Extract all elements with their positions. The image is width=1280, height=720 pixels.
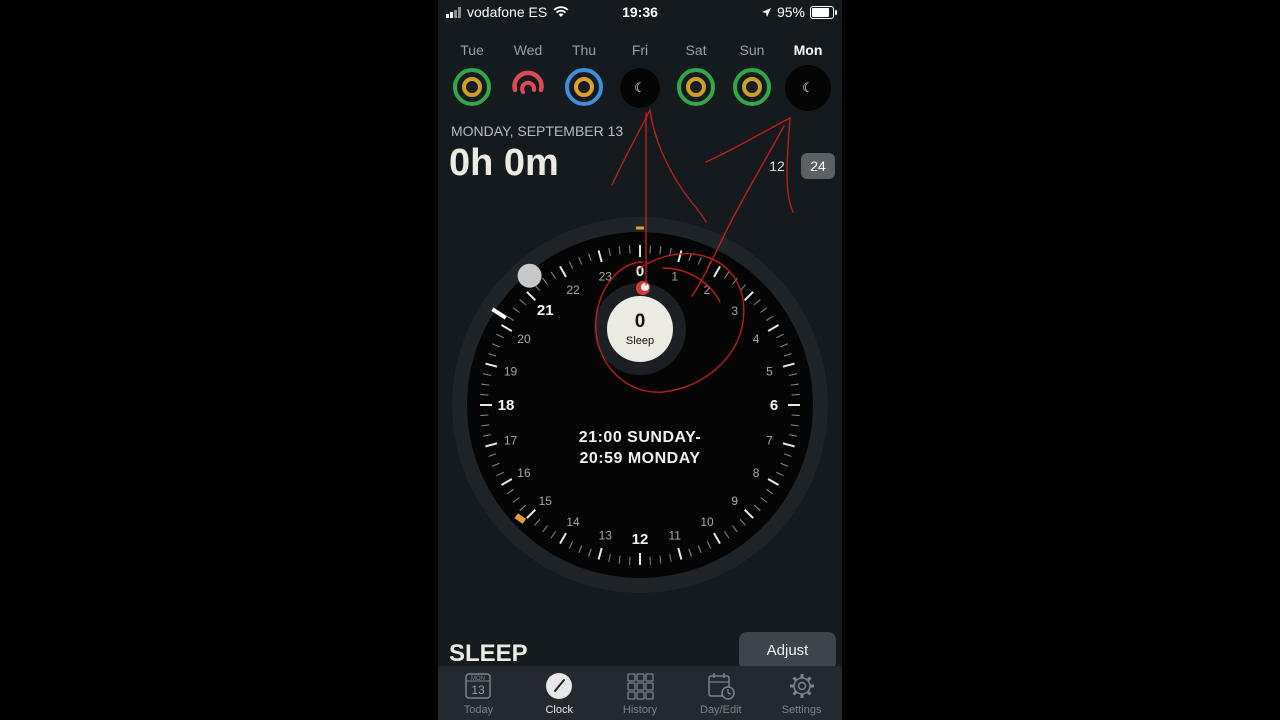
hour-label: 20 [517,332,531,346]
dial-tick [629,245,631,254]
calendar-icon: MON 13 [464,672,492,700]
gear-icon [788,672,816,700]
dial-tick [791,414,800,416]
hour-label: 19 [504,364,518,378]
day-item-thu[interactable]: Thu [559,40,609,120]
hour-label: 1 [671,270,678,284]
dial-tick [480,414,489,416]
day-activity-ring [677,68,715,106]
dial-handle [517,263,542,288]
ring-inner [742,77,762,97]
hour-label: 23 [599,270,613,284]
phone-screen: vodafone ES 19:36 95% Tue Wed Thu Fri ☾ Sat Su… [438,0,842,720]
tab-label: Clock [545,704,573,716]
hour-label: 14 [566,515,580,529]
dial-tick [791,394,800,396]
day-label: Sun [739,42,765,58]
day-header: MONDAY, SEPTEMBER 13 0h 0m 12 24 [438,120,842,200]
dial-tick [629,556,631,565]
clock-icon [545,672,573,700]
day-activity-ring [453,68,491,106]
battery-percent: 95% [776,4,805,20]
day-label: Tue [460,42,484,58]
status-bar: vodafone ES 19:36 95% [438,0,842,24]
hour-label: 15 [539,494,553,508]
day-label: Fri [631,42,649,58]
day-item-wed[interactable]: Wed [503,40,553,120]
day-label: Mon [793,42,823,58]
tab-label: Day/Edit [700,704,742,716]
tab-label: History [622,704,658,716]
tab-settings[interactable]: Settings [761,666,842,720]
day-label: Sat [685,42,707,58]
hour-label: 13 [599,528,613,542]
hour-label: 22 [566,283,580,297]
dial-tick [649,245,651,254]
calendar-edit-icon [707,672,735,700]
sleep-marker-inner [641,283,649,291]
tab-label: Today [463,704,494,716]
ring-inner [686,77,706,97]
day-item-sun[interactable]: Sun [727,40,777,120]
ring-inner [462,77,482,97]
hour-label: 0 [636,263,644,280]
hour-label: 12 [632,531,649,548]
day-item-sat[interactable]: Sat [671,40,721,120]
day-label: Thu [571,42,597,58]
day-label: Wed [513,42,543,58]
range-line-start: 21:00 SUNDAY- [578,429,702,446]
svg-text:MON: MON [471,676,485,682]
dial-tick [480,394,489,396]
grid-icon [626,672,654,700]
hour-label: 2 [704,283,711,297]
day-activity-ring [509,68,547,106]
location-arrow-icon [761,7,771,17]
format-12h-button[interactable]: 12 [760,153,794,179]
sleep-clock-dial[interactable]: 0 1 2 3 4 5 6 7 8 9 10 11 12 13 14 15 16 17 18 19 20 21 22 23 0 S… [450,213,830,593]
sleep-duration: 0h 0m [449,142,559,184]
tab-label: Settings [781,704,822,716]
hour-label: 11 [668,528,681,542]
tab-day-edit[interactable]: Day/Edit [680,666,761,720]
battery-icon [810,5,837,19]
day-activity-ring [733,68,771,106]
tab-clock[interactable]: Clock [519,666,600,720]
tab-bar: MON 13 Today Clock History Day/Edit Settings [438,666,842,720]
hour-label: 3 [731,304,738,318]
dial-tick [649,556,651,565]
range-line-end: 20:59 MONDAY [579,450,701,467]
dial-face: 0 12345678910111213141516171819202122230S… [452,217,828,593]
center-label: Sleep [626,335,654,347]
hour-label: 4 [753,332,760,346]
moon-icon: ☾ [802,80,814,95]
hour-label: 6 [770,397,778,414]
ring-inner [574,77,594,97]
tab-history[interactable]: History [600,666,681,720]
selected-date: MONDAY, SEPTEMBER 13 [451,123,624,139]
tab-today[interactable]: MON 13 Today [438,666,519,720]
moon-icon: ☾ [634,80,646,95]
hour-label: 10 [700,515,714,529]
day-night-badge: ☾ [785,65,831,111]
accent-mark [636,226,644,230]
section-title: SLEEP [449,640,528,667]
svg-text:13: 13 [472,683,486,697]
hour-label: 8 [753,466,760,480]
day-item-tue[interactable]: Tue [447,40,497,120]
hour-label: 9 [731,494,738,508]
partial-ring-icon [512,70,544,94]
day-night-badge: ☾ [620,68,660,108]
format-24h-button[interactable]: 24 [801,153,835,179]
day-item-fri[interactable]: Fri ☾ [615,40,665,120]
day-item-mon[interactable]: Mon ☾ [783,40,833,120]
hour-label: 5 [766,364,773,378]
adjust-button[interactable]: Adjust [739,632,836,670]
hour-label: 18 [498,397,515,414]
hour-label: 16 [517,466,531,480]
center-value: 0 [635,311,646,332]
hour-label: 21 [537,302,554,319]
day-activity-ring [565,68,603,106]
day-selector: Tue Wed Thu Fri ☾ Sat Sun Mon ☾ [438,40,842,120]
